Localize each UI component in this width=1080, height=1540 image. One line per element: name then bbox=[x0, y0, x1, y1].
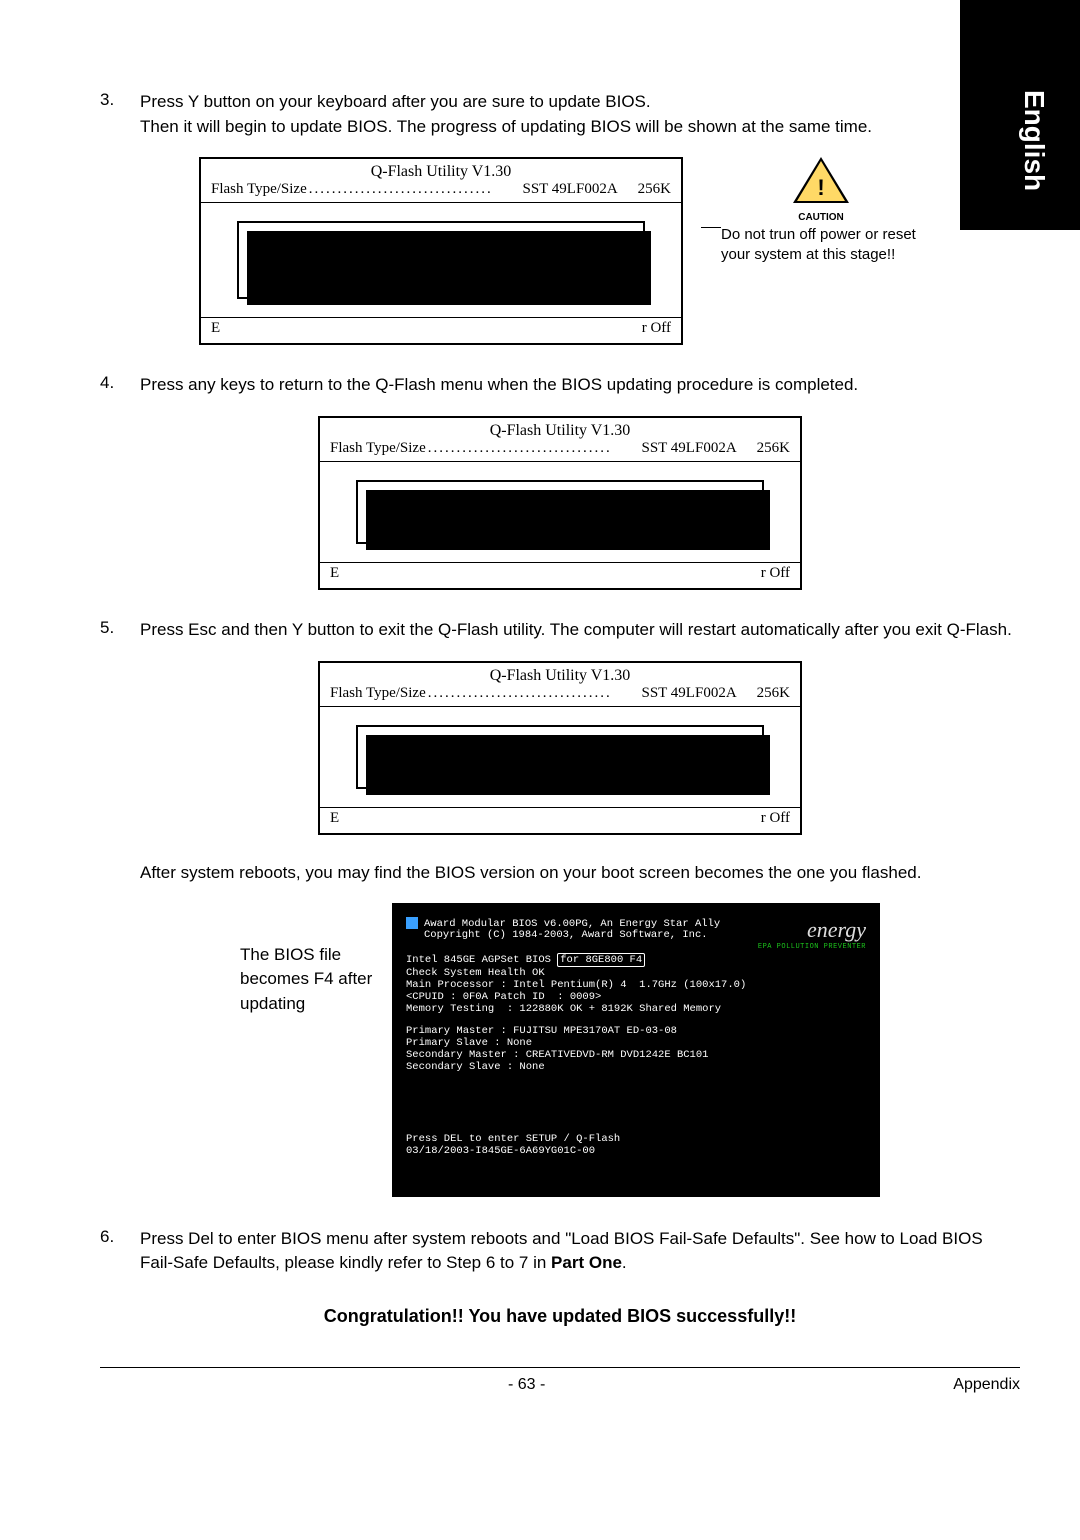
page-number: - 63 - bbox=[508, 1376, 545, 1394]
bios-l11: Secondary Slave : None bbox=[406, 1061, 866, 1073]
flash-size: 256K bbox=[737, 440, 790, 457]
qflash-reset-box: Q-Flash Utility V1.30 Flash Type/Size ..… bbox=[318, 661, 802, 835]
step-5: 5. Press Esc and then Y button to exit t… bbox=[100, 618, 1020, 643]
dots: ................................ bbox=[426, 685, 642, 702]
reset-line2: [Enter] to continure or [Esc] to abort..… bbox=[368, 762, 752, 779]
completed-inner-box: !! Copy BIOS completed - Pass !! Please … bbox=[356, 480, 764, 544]
epa-text: EPA POLLUTION PREVENTER bbox=[758, 943, 866, 951]
flash-type-label: Flash Type/Size bbox=[211, 181, 307, 198]
bios-l8: Primary Master : FUJITSU MPE3170AT ED-03… bbox=[406, 1025, 866, 1037]
step-number: 4. bbox=[100, 373, 140, 398]
step-text: Press Del to enter BIOS menu after syste… bbox=[140, 1227, 1020, 1276]
bios-l9: Primary Slave : None bbox=[406, 1037, 866, 1049]
step-number: 3. bbox=[100, 90, 140, 139]
connector-line bbox=[701, 227, 721, 228]
reset-inner-box: Are you sure to RESET ? [Enter] to conti… bbox=[356, 725, 764, 789]
step-text: Press any keys to return to the Q-Flash … bbox=[140, 373, 1020, 398]
dots: ................................ bbox=[426, 440, 642, 457]
flash-type-value: SST 49LF002A bbox=[641, 440, 736, 457]
bios-boot-screen: energy EPA POLLUTION PREVENTER Award Mod… bbox=[392, 903, 880, 1197]
bios-l1: Award Modular BIOS v6.00PG, An Energy St… bbox=[424, 917, 720, 929]
qflash-completed-box: Q-Flash Utility V1.30 Flash Type/Size ..… bbox=[318, 416, 802, 590]
floor-right: r Off bbox=[642, 320, 671, 337]
completed-line1: !! Copy BIOS completed - Pass !! bbox=[368, 490, 752, 507]
section-label: Appendix bbox=[953, 1376, 1020, 1394]
qflash-title: Q-Flash Utility V1.30 bbox=[320, 418, 800, 440]
bios-l13: 03/18/2003-I845GE-6A69YG01C-00 bbox=[406, 1145, 866, 1157]
flash-size: 256K bbox=[618, 181, 671, 198]
s6-c: . bbox=[622, 1253, 627, 1272]
bios-l12: Press DEL to enter SETUP / Q-Flash bbox=[406, 1133, 866, 1145]
floor-right: r Off bbox=[761, 565, 790, 582]
bios-note: The BIOS file becomes F4 after updating bbox=[240, 903, 380, 1197]
flash-type-value: SST 49LF002A bbox=[641, 685, 736, 702]
bios-l7: Memory Testing : 122880K OK + 8192K Shar… bbox=[406, 1003, 866, 1015]
step-number: 5. bbox=[100, 618, 140, 643]
congratulation-text: Congratulation!! You have updated BIOS s… bbox=[100, 1306, 1020, 1327]
qflash-title: Q-Flash Utility V1.30 bbox=[201, 159, 681, 181]
bios-l5: Main Processor : Intel Pentium(R) 4 1.7G… bbox=[406, 979, 866, 991]
caution-label: CAUTION bbox=[721, 211, 921, 225]
qflash-title: Q-Flash Utility V1.30 bbox=[320, 663, 800, 685]
flash-type-value: SST 49LF002A bbox=[522, 181, 617, 198]
bios-l10: Secondary Master : CREATIVEDVD-RM DVD124… bbox=[406, 1049, 866, 1061]
bios-l4: Check System Health OK bbox=[406, 967, 866, 979]
updating-warning: Don't Turn Off Power or Reset System bbox=[249, 272, 633, 289]
updating-progress: >>>>>>>>>>>>>>>>>>>>....................… bbox=[249, 248, 633, 264]
floor-left: E bbox=[211, 320, 220, 337]
updating-line1: Updating BIOS Now bbox=[249, 231, 633, 248]
energy-logo: energy bbox=[758, 917, 866, 943]
floor-left: E bbox=[330, 810, 339, 827]
step-text: Press Y button on your keyboard after yo… bbox=[140, 90, 1020, 139]
qflash-updating-box: Q-Flash Utility V1.30 Flash Type/Size ..… bbox=[199, 157, 683, 345]
floor-right: r Off bbox=[761, 810, 790, 827]
bios-version-highlight: for 8GE800 F4 bbox=[557, 953, 645, 967]
step-6: 6. Press Del to enter BIOS menu after sy… bbox=[100, 1227, 1020, 1276]
step-4: 4. Press any keys to return to the Q-Fla… bbox=[100, 373, 1020, 398]
flash-type-label: Flash Type/Size bbox=[330, 685, 426, 702]
page-footer: - 63 - Appendix bbox=[100, 1367, 1020, 1394]
dots: ................................ bbox=[307, 181, 523, 198]
floor-left: E bbox=[330, 565, 339, 582]
bios-l6: <CPUID : 0F0A Patch ID : 0009> bbox=[406, 991, 866, 1003]
step-3: 3. Press Y button on your keyboard after… bbox=[100, 90, 1020, 139]
after-reboot-text: After system reboots, you may find the B… bbox=[140, 863, 1020, 883]
language-label: English bbox=[1018, 90, 1050, 191]
step-text: Press Esc and then Y button to exit the … bbox=[140, 618, 1020, 643]
updating-inner-box: Updating BIOS Now >>>>>>>>>>>>>>>>>>>>..… bbox=[237, 221, 645, 299]
caution-callout: ! CAUTION Do not trun off power or reset… bbox=[701, 157, 921, 345]
completed-line2: Please press any key to continue bbox=[368, 517, 752, 534]
language-tab: English bbox=[960, 0, 1080, 230]
bios-l3a: Intel 845GE AGPSet BIOS bbox=[406, 954, 557, 966]
bios-logo-icon bbox=[406, 917, 418, 929]
caution-text: Do not trun off power or reset your syst… bbox=[721, 225, 921, 266]
reset-line1: Are you sure to RESET ? bbox=[368, 735, 752, 752]
flash-type-label: Flash Type/Size bbox=[330, 440, 426, 457]
caution-icon: ! bbox=[793, 157, 849, 205]
step-number: 6. bbox=[100, 1227, 140, 1276]
s6-b: Part One bbox=[551, 1253, 622, 1272]
flash-size: 256K bbox=[737, 685, 790, 702]
